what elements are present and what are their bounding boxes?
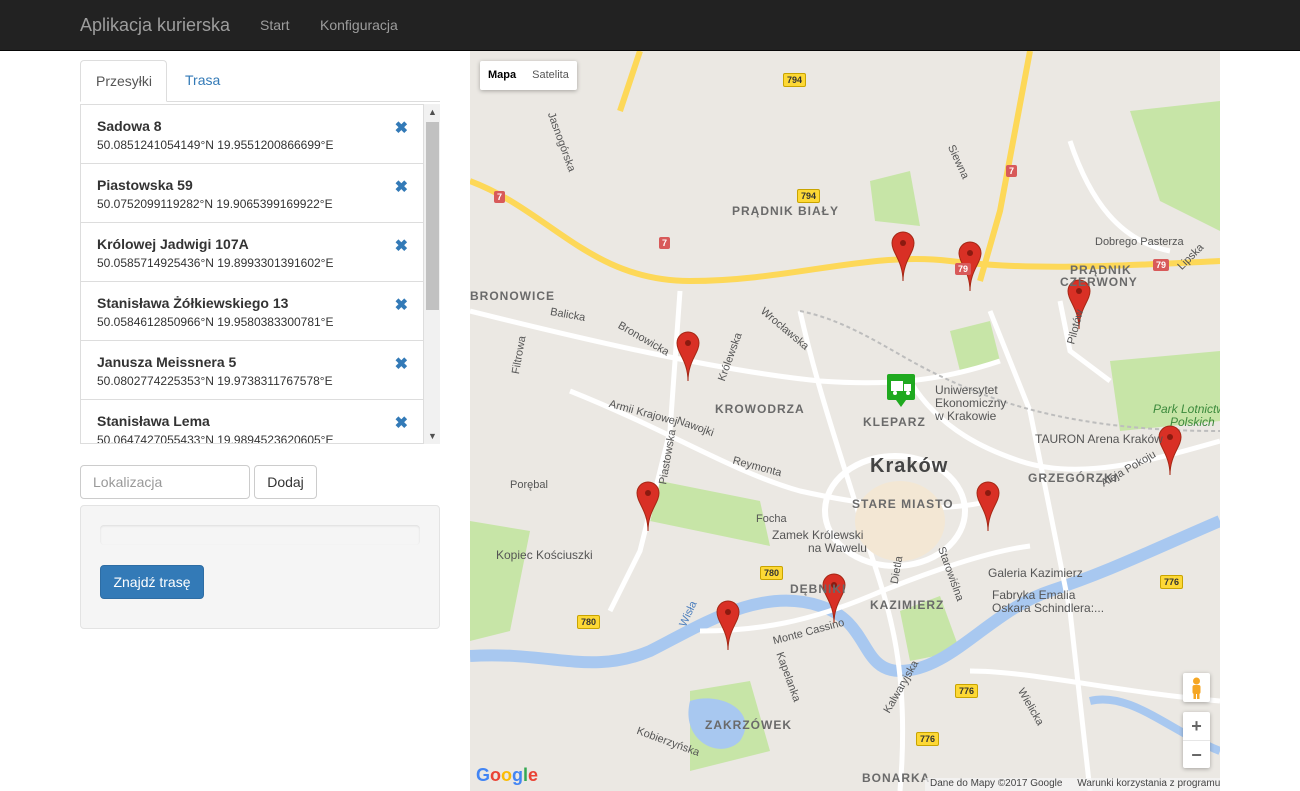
scroll-thumb[interactable] (426, 122, 439, 310)
road-shield: 780 (577, 615, 601, 629)
list-scrollbar[interactable]: ▲ ▼ (423, 104, 440, 444)
add-button[interactable]: Dodaj (254, 465, 317, 499)
road-shield: 7 (659, 237, 671, 249)
scroll-down-icon[interactable]: ▼ (428, 431, 437, 441)
map-type-control: Mapa Satelita (480, 61, 577, 90)
remove-icon[interactable]: ✖ (395, 236, 408, 256)
street-label: Porębal (510, 479, 548, 491)
list-item: Królowej Jadwigi 107A 50.0585714925436°N… (81, 223, 423, 282)
poi-label: TAURON Arena Kraków (1035, 432, 1163, 446)
road-shield: 776 (1160, 575, 1184, 589)
map-type-map[interactable]: Mapa (480, 61, 524, 90)
brand[interactable]: Aplikacja kurierska (80, 15, 230, 36)
delivery-coords: 50.0752099119282°N 19.9065399169922°E (97, 197, 333, 211)
map-marker-icon (716, 600, 740, 651)
poi-label: na Wawelu (808, 541, 867, 555)
map-marker-icon (676, 331, 700, 382)
delivery-name: Stanisława Żółkiewskiego 13 (97, 295, 289, 311)
district-label: BRONOWICE (470, 289, 555, 303)
delivery-coords: 50.0851241054149°N 19.9551200866699°E (97, 138, 334, 152)
map-type-satellite[interactable]: Satelita (524, 61, 577, 90)
zoom-control: + − (1183, 712, 1210, 768)
map[interactable]: Mapa Satelita Kraków PRĄDNIK BIAŁY PRĄDN… (470, 51, 1220, 791)
road-shield: 79 (955, 263, 972, 275)
district-label: BONARKA (862, 771, 931, 785)
street-label: Dobrego Pasterza (1095, 236, 1184, 248)
delivery-list: Sadowa 8 50.0851241054149°N 19.955120086… (80, 104, 423, 444)
delivery-coords: 50.0585714925436°N 19.8993301391602°E (97, 256, 334, 270)
map-canvas (470, 51, 1220, 791)
street-view-pegman-icon[interactable] (1183, 673, 1210, 702)
delivery-name: Królowej Jadwigi 107A (97, 236, 249, 252)
delivery-name: Piastowska 59 (97, 177, 193, 193)
map-data-credit[interactable]: Dane do Mapy ©2017 Google (930, 778, 1062, 789)
list-item: Janusza Meissnera 5 50.0802774225353°N 1… (81, 341, 423, 400)
route-panel: Znajdź trasę (80, 505, 440, 629)
road-shield: 7 (494, 191, 506, 203)
road-shield: 776 (955, 684, 979, 698)
terms-link[interactable]: Warunki korzystania z programu (1077, 778, 1220, 789)
city-label: Kraków (870, 455, 949, 477)
road-shield: 79 (1153, 259, 1170, 271)
remove-icon[interactable]: ✖ (395, 354, 408, 374)
delivery-coords: 50.0647427055433°N 19.9894523620605°E (97, 433, 334, 444)
map-marker-icon (976, 481, 1000, 532)
poi-label: Park Lotnictwa (1153, 402, 1220, 416)
poi-label: Kopiec Kościuszki (496, 548, 593, 562)
road-shield: 780 (760, 566, 784, 580)
poi-label: Ekonomiczny (935, 396, 1007, 410)
delivery-name: Sadowa 8 (97, 118, 162, 134)
district-label: KLEPARZ (863, 415, 926, 429)
truck-marker-icon (887, 374, 915, 407)
delivery-name: Janusza Meissnera 5 (97, 354, 237, 370)
district-label: DĘBNIKI (790, 582, 847, 596)
google-logo[interactable]: Google (476, 765, 538, 786)
delivery-coords: 50.0584612850966°N 19.9580383300781°E (97, 315, 334, 329)
route-progress-bar (100, 525, 420, 545)
location-input[interactable] (80, 465, 250, 499)
zoom-out-button[interactable]: − (1183, 740, 1210, 768)
list-item: Stanisława Żółkiewskiego 13 50.058461285… (81, 282, 423, 341)
road-shield: 7 (1006, 165, 1018, 177)
map-attribution: Dane do Mapy ©2017 Google Warunki korzys… (925, 778, 1220, 791)
old-town (855, 481, 945, 561)
remove-icon[interactable]: ✖ (395, 413, 408, 433)
list-item: Sadowa 8 50.0851241054149°N 19.955120086… (81, 105, 423, 164)
remove-icon[interactable]: ✖ (395, 177, 408, 197)
nav-link-start[interactable]: Start (260, 17, 290, 33)
poi-label: Fabryka Emalia (992, 588, 1076, 602)
poi-label: w Krakowie (935, 409, 997, 423)
street-label: Focha (756, 513, 787, 525)
district-label: CZERWONY (1060, 275, 1138, 289)
scroll-up-icon[interactable]: ▲ (428, 107, 437, 117)
delivery-name: Stanisława Lema (97, 413, 210, 429)
zoom-in-button[interactable]: + (1183, 712, 1210, 740)
remove-icon[interactable]: ✖ (395, 118, 408, 138)
poi-label: Galeria Kazimierz (988, 566, 1083, 580)
district-label: PRĄDNIK BIAŁY (732, 204, 840, 218)
district-label: ZAKRZÓWEK (705, 718, 792, 732)
road-shield: 776 (916, 732, 940, 746)
poi-label: Oskara Schindlera:... (992, 601, 1105, 615)
delivery-coords: 50.0802774225353°N 19.9738311767578°E (97, 374, 333, 388)
road-shield: 794 (783, 73, 807, 87)
district-label: KROWODRZA (715, 402, 805, 416)
tabs: Przesyłki Trasa (80, 60, 440, 102)
navbar: Aplikacja kurierska Start Konfiguracja (0, 0, 1300, 51)
poi-label: Polskich (1170, 415, 1215, 429)
tab-deliveries[interactable]: Przesyłki (80, 60, 167, 102)
list-item: Stanisława Lema 50.0647427055433°N 19.98… (81, 400, 423, 444)
remove-icon[interactable]: ✖ (395, 295, 408, 315)
poi-label: Zamek Królewski (772, 528, 864, 542)
find-route-button[interactable]: Znajdź trasę (100, 565, 204, 599)
district-label: KAZIMIERZ (870, 598, 945, 612)
pegman-icon (1192, 677, 1201, 699)
district-label: STARE MIASTO (852, 497, 954, 511)
road-shield: 794 (797, 189, 821, 203)
list-item: Piastowska 59 50.0752099119282°N 19.9065… (81, 164, 423, 223)
nav-link-config[interactable]: Konfiguracja (320, 17, 398, 33)
tab-route[interactable]: Trasa (170, 60, 235, 102)
poi-label: Uniwersytet (935, 383, 998, 397)
